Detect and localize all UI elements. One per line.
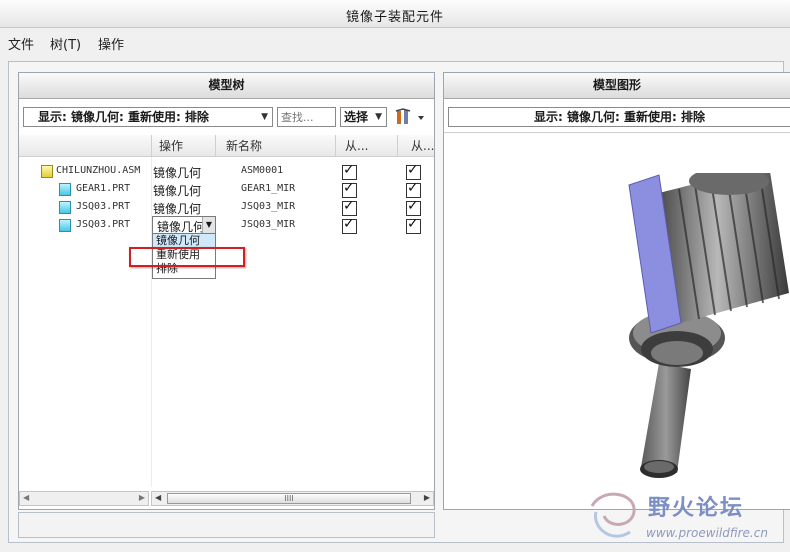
graphics-display-label: 显示: 镜像几何: 重新使用: 排除 — [534, 110, 705, 124]
window-title: 镜像子装配元件 — [345, 10, 444, 25]
menu-bar: 文件 树(T) 操作 — [0, 28, 790, 56]
component-name: JSQ03.PRT — [76, 201, 131, 212]
operation-value[interactable]: 镜像几何 — [153, 182, 201, 199]
status-strip — [18, 512, 435, 538]
select-button[interactable]: 选择 ▼ — [340, 107, 387, 127]
watermark-title: 野火论坛 — [648, 496, 745, 521]
menu-operations[interactable]: 操作 — [98, 34, 124, 53]
scroll-grip: IIII — [284, 494, 294, 503]
select-label: 选择 — [344, 110, 369, 124]
model-graphics-panel: 模型图形 显示: 镜像几何: 重新使用: 排除 — [443, 72, 790, 510]
from-checkbox-1[interactable] — [342, 198, 357, 216]
model-tree-panel: 模型树 显示: 镜像几何: 重新使用: 排除 ▼ 选择 ▼ 操作 新名称 从..… — [18, 72, 435, 510]
new-name-value[interactable]: JSQ03_MIR — [241, 201, 295, 212]
scroll-thumb[interactable]: IIII — [167, 493, 411, 504]
part-icon — [59, 183, 71, 196]
scroll-right-icon[interactable]: ▶ — [424, 493, 430, 502]
title-bar: 镜像子装配元件 — [0, 0, 790, 28]
scroll-left-icon[interactable]: ◀ — [23, 493, 29, 502]
tree-row[interactable]: JSQ03.PRT 镜像几何 ▼ JSQ03_MIR — [19, 216, 431, 235]
search-input[interactable] — [277, 107, 336, 127]
model-tree-title: 模型树 — [19, 73, 434, 99]
from-checkbox-2[interactable] — [406, 162, 421, 180]
component-name: GEAR1.PRT — [76, 183, 131, 194]
scroll-left-icon[interactable]: ◀ — [155, 493, 161, 502]
column-operation[interactable]: 操作 — [159, 137, 183, 154]
assembly-icon — [41, 165, 53, 178]
tree-column-header: 操作 新名称 从... 从... — [19, 135, 434, 157]
from-checkbox-1[interactable] — [342, 162, 357, 180]
chevron-down-icon: ▼ — [375, 112, 382, 122]
tools-icon — [395, 108, 424, 124]
chevron-down-icon[interactable]: ▼ — [202, 217, 215, 233]
tree-row[interactable]: CHILUNZHOU.ASM 镜像几何 ASM0001 — [19, 162, 431, 181]
from-checkbox-1[interactable] — [342, 180, 357, 198]
tree-row[interactable]: GEAR1.PRT 镜像几何 GEAR1_MIR — [19, 180, 431, 199]
column-new-name[interactable]: 新名称 — [226, 137, 262, 154]
graphics-display-combo[interactable]: 显示: 镜像几何: 重新使用: 排除 — [448, 107, 790, 127]
menu-tree[interactable]: 树(T) — [50, 34, 81, 53]
tree-settings-button[interactable] — [394, 107, 428, 127]
menu-file[interactable]: 文件 — [8, 34, 34, 53]
display-filter-label: 显示: 镜像几何: 重新使用: 排除 — [38, 110, 209, 124]
component-name: CHILUNZHOU.ASM — [56, 165, 141, 176]
part-icon — [59, 219, 71, 232]
component-name: JSQ03.PRT — [76, 219, 131, 230]
new-name-value[interactable]: ASM0001 — [241, 165, 283, 176]
tree-horizontal-scrollbar[interactable]: ◀ ▶ — [19, 491, 149, 506]
model-graphics-title: 模型图形 — [444, 73, 790, 99]
watermark-logo-icon — [590, 492, 636, 538]
chevron-down-icon: ▼ — [261, 112, 268, 122]
operation-dropdown[interactable]: 镜像几何 ▼ — [152, 216, 216, 234]
highlight-box — [129, 247, 245, 267]
watermark: 野火论坛 www.proewildfire.cn — [582, 486, 790, 548]
column-from-1[interactable]: 从... — [345, 137, 368, 154]
gear-shaft-model — [628, 173, 789, 478]
display-filter-combo[interactable]: 显示: 镜像几何: 重新使用: 排除 ▼ — [23, 107, 273, 127]
column-from-2[interactable]: 从... — [411, 137, 434, 154]
part-icon — [59, 201, 71, 214]
operation-value[interactable]: 镜像几何 — [153, 164, 201, 181]
dropdown-option-mirror[interactable]: 镜像几何 — [153, 234, 215, 248]
from-checkbox-2[interactable] — [406, 216, 421, 234]
columns-horizontal-scrollbar[interactable]: ◀ IIII ▶ — [151, 491, 434, 506]
watermark-url: www.proewildfire.cn — [646, 526, 768, 540]
new-name-value[interactable]: JSQ03_MIR — [241, 219, 295, 230]
scroll-right-icon[interactable]: ▶ — [139, 493, 145, 502]
operation-value[interactable]: 镜像几何 — [153, 200, 201, 217]
from-checkbox-2[interactable] — [406, 198, 421, 216]
new-name-value[interactable]: GEAR1_MIR — [241, 183, 295, 194]
from-checkbox-1[interactable] — [342, 216, 357, 234]
tree-row[interactable]: JSQ03.PRT 镜像几何 JSQ03_MIR — [19, 198, 431, 217]
from-checkbox-2[interactable] — [406, 180, 421, 198]
